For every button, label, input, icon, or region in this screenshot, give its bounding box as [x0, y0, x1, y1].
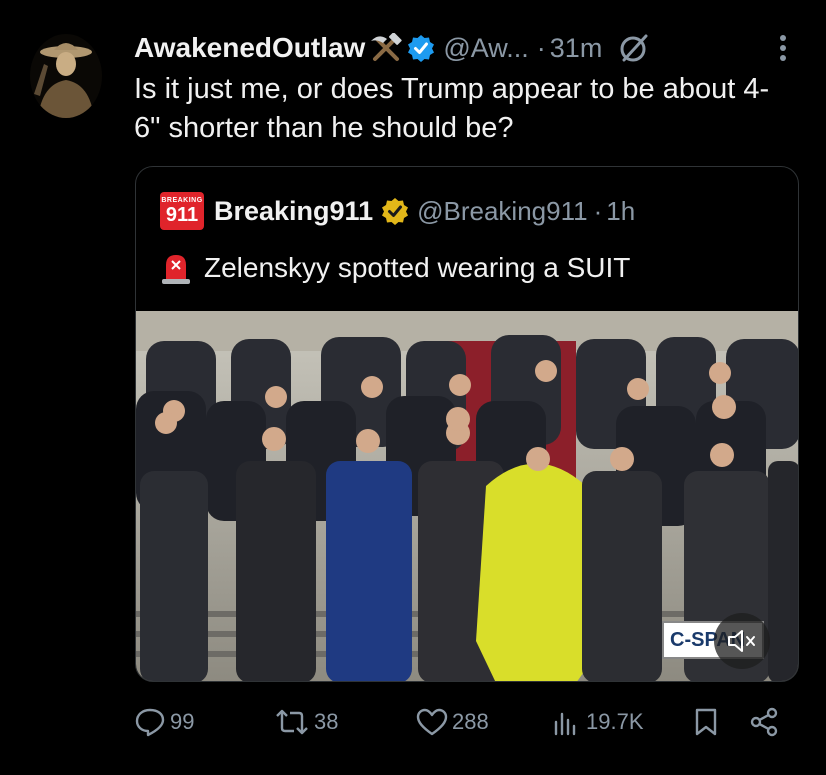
author-handle[interactable]: @Aw... [443, 33, 528, 64]
quoted-media-video[interactable]: C-SPAN [136, 311, 798, 681]
tweet-time[interactable]: 31m [550, 33, 603, 64]
siren-icon [162, 255, 190, 284]
mute-icon[interactable] [714, 613, 770, 669]
author-avatar[interactable] [30, 34, 102, 118]
repost-button[interactable]: 38 [274, 700, 338, 744]
quoted-author-handle[interactable]: @Breaking911 [417, 196, 587, 227]
like-icon [416, 708, 448, 736]
repost-icon [276, 709, 308, 735]
verified-badge-icon[interactable] [381, 197, 409, 225]
reply-count: 99 [170, 709, 195, 734]
quoted-tweet-text-row: Zelenskyy spotted wearing a SUIT [160, 251, 630, 285]
tweet-text: Is it just me, or does Trump appear to b… [134, 73, 770, 144]
like-button[interactable]: 288 [416, 700, 489, 744]
quoted-author-avatar[interactable]: BREAKING 911 [160, 192, 204, 230]
quoted-tweet[interactable]: BREAKING 911 Breaking911 @Breaking911 · … [135, 166, 799, 682]
views-count: 19.7K [586, 709, 644, 734]
pickaxe-hammer-icon [369, 33, 403, 63]
bookmark-icon [695, 708, 717, 736]
tweet-header: AwakenedOutlaw @Aw... · 31m [134, 30, 814, 66]
author-name[interactable]: AwakenedOutlaw [134, 32, 365, 64]
views-icon [554, 712, 576, 736]
quoted-tweet-time[interactable]: 1h [606, 196, 635, 227]
tweet-action-bar: 99 38 288 19.7K [134, 700, 794, 744]
separator-dot: · [593, 195, 603, 226]
share-icon [750, 707, 778, 737]
share-button[interactable] [748, 700, 784, 744]
like-count: 288 [452, 709, 489, 734]
quoted-tweet-header: BREAKING 911 Breaking911 @Breaking911 · … [160, 192, 635, 230]
reply-button[interactable]: 99 [134, 700, 194, 744]
reply-icon [135, 708, 165, 737]
quoted-tweet-text: Zelenskyy spotted wearing a SUIT [204, 252, 631, 283]
views-button[interactable]: 19.7K [552, 700, 644, 744]
repost-count: 38 [314, 709, 339, 734]
quoted-author-name[interactable]: Breaking911 [214, 196, 373, 227]
bookmark-button[interactable] [694, 700, 722, 744]
more-options-icon[interactable] [770, 30, 796, 66]
grok-icon[interactable] [618, 32, 650, 64]
logo-text-bottom: 911 [165, 204, 199, 226]
verified-badge-icon[interactable] [407, 34, 435, 62]
separator-dot: · [536, 32, 546, 63]
